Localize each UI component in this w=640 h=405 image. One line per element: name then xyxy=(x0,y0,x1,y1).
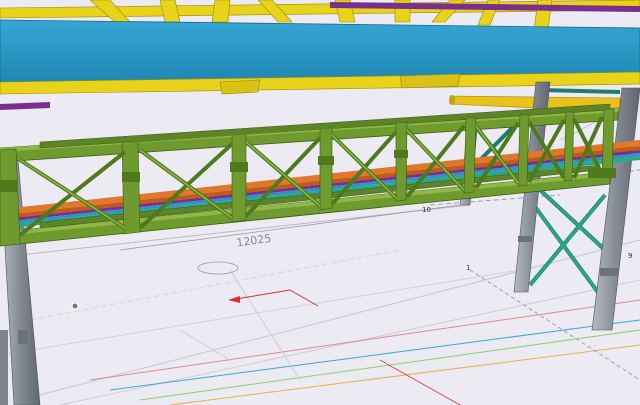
3d-scene[interactable]: 12025 10 1 9 2 xyxy=(0,0,640,405)
grid-label-9: 9 xyxy=(628,252,632,260)
grid-label-1: 1 xyxy=(466,264,470,272)
model-viewport[interactable]: 12025 10 1 9 2 xyxy=(0,0,640,405)
snap-point-icon[interactable] xyxy=(71,302,79,310)
grid-label-10: 10 xyxy=(422,206,431,214)
